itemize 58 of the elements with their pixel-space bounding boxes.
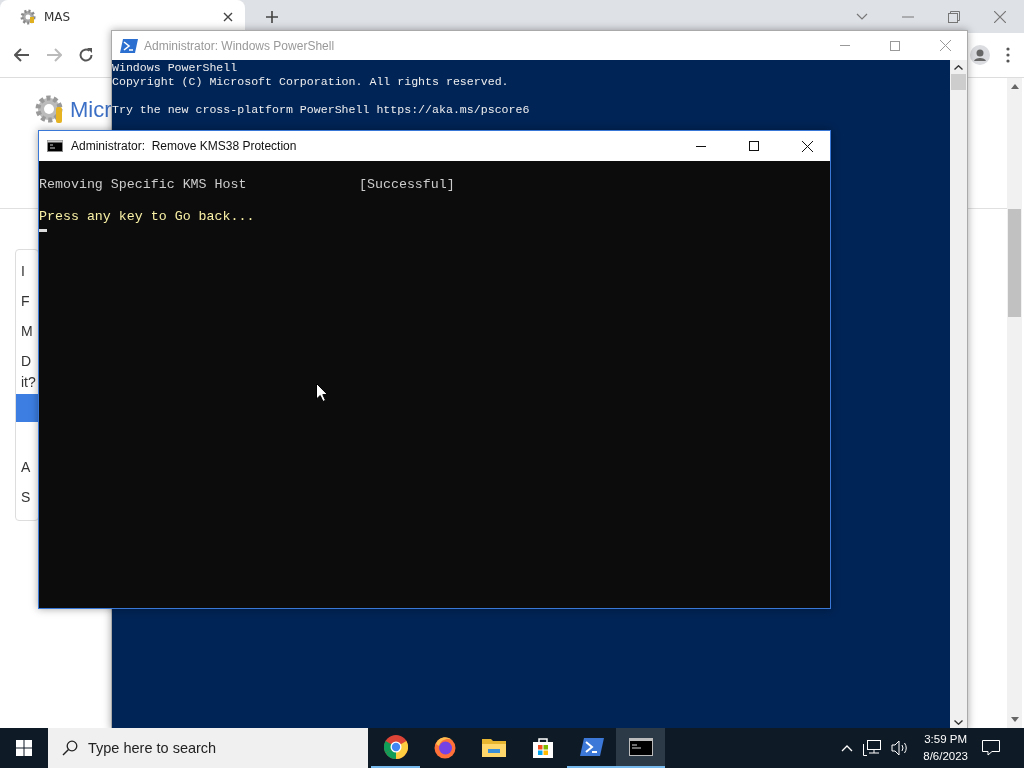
browser-tab[interactable]: MAS xyxy=(0,0,245,33)
folder-icon xyxy=(481,737,506,757)
powershell-icon xyxy=(120,38,138,53)
minimize-icon[interactable] xyxy=(696,145,706,147)
chevron-up-icon[interactable] xyxy=(841,744,854,752)
scroll-thumb[interactable] xyxy=(951,74,966,90)
scroll-down-icon[interactable] xyxy=(1010,717,1019,722)
menu-item[interactable]: S xyxy=(21,482,31,512)
console-prompt: Press any key to Go back... xyxy=(39,209,256,225)
console-line: Removing Specific KMS Host xyxy=(39,177,248,193)
window-title: Administrator: Remove KMS38 Protection xyxy=(71,139,297,153)
reload-icon[interactable] xyxy=(78,47,94,63)
maximize-icon[interactable] xyxy=(749,141,759,151)
close-icon[interactable] xyxy=(802,140,813,152)
firefox-icon xyxy=(432,735,457,759)
status-text: [Successful] xyxy=(359,177,455,193)
search-field[interactable]: Type here to search xyxy=(48,728,368,768)
chrome-icon xyxy=(383,735,408,759)
start-icon[interactable] xyxy=(16,740,32,756)
menu-item[interactable]: A xyxy=(21,452,31,482)
menu-item-text: it? xyxy=(21,376,36,388)
notification-icon[interactable] xyxy=(982,740,1000,756)
scrollbar[interactable] xyxy=(950,60,967,729)
new-tab-icon[interactable] xyxy=(265,9,279,24)
site-title: Micr xyxy=(70,97,112,123)
menu-item[interactable]: I xyxy=(21,256,25,286)
scroll-up-icon[interactable] xyxy=(1010,84,1019,89)
powershell-icon xyxy=(579,738,604,756)
scroll-down-icon[interactable] xyxy=(954,720,963,725)
tab-title: MAS xyxy=(44,9,72,24)
clock-time[interactable]: 3:59 PM xyxy=(924,731,968,748)
mouse-pointer-icon xyxy=(316,383,328,402)
menu-icon[interactable] xyxy=(1006,47,1010,63)
chevron-down-icon[interactable] xyxy=(856,12,868,21)
scroll-up-icon[interactable] xyxy=(954,65,963,70)
restore-icon[interactable] xyxy=(948,10,960,23)
taskbar-app[interactable] xyxy=(616,728,665,768)
scrollbar[interactable] xyxy=(1007,78,1022,728)
console-line: Try the new cross-platform PowerShell https://aka.ms/pscore6 xyxy=(112,103,531,116)
menu-item[interactable]: M xyxy=(21,316,33,346)
gear-icon xyxy=(20,8,36,25)
network-icon[interactable] xyxy=(863,740,882,756)
window-title: Administrator: Windows PowerShell xyxy=(144,38,335,53)
volume-icon[interactable] xyxy=(891,740,910,756)
menu-item[interactable]: F xyxy=(21,286,30,316)
clock-date[interactable]: 8/6/2023 xyxy=(923,748,968,765)
close-icon[interactable] xyxy=(223,11,233,22)
console-icon xyxy=(47,140,63,152)
store-icon xyxy=(531,736,554,758)
profile-icon[interactable] xyxy=(970,45,990,65)
menu-item[interactable]: D xyxy=(21,346,32,376)
search-icon xyxy=(62,740,78,756)
scroll-thumb[interactable] xyxy=(1008,209,1021,317)
console-line: Windows PowerShell xyxy=(112,61,239,75)
console-icon xyxy=(628,738,653,756)
console-line: Copyright (C) Microsoft Corporation. All rights reserved. xyxy=(112,75,510,89)
back-icon[interactable] xyxy=(14,48,30,62)
text-cursor xyxy=(39,229,47,232)
